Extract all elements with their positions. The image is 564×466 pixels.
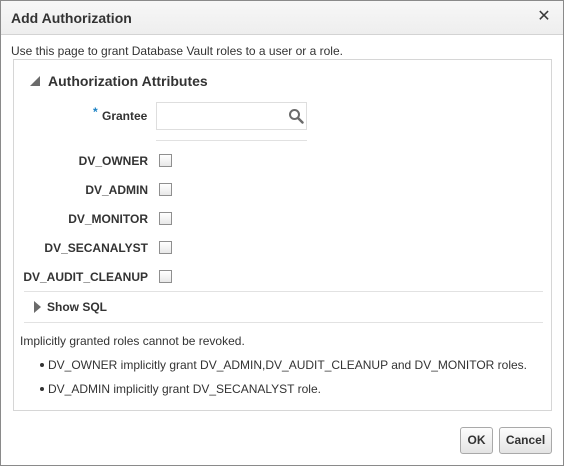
bullet-icon [40,387,44,391]
role-row-dv-owner: DV_OWNER [14,152,194,170]
role-label: DV_OWNER [78,154,148,168]
dv-owner-checkbox[interactable] [159,154,172,167]
dialog-titlebar: Add Authorization ✕ [1,1,563,35]
add-authorization-dialog: Add Authorization ✕ Use this page to gra… [0,0,564,466]
bullet-text: DV_OWNER implicitly grant DV_ADMIN,DV_AU… [48,358,528,372]
grantee-input[interactable] [156,102,307,130]
divider [24,291,543,292]
close-icon[interactable]: ✕ [536,9,552,25]
cancel-button[interactable]: Cancel [499,427,552,454]
dv-audit-cleanup-checkbox[interactable] [159,270,172,283]
role-label: DV_MONITOR [68,212,148,226]
list-item: DV_ADMIN implicitly grant DV_SECANALYST … [40,382,321,396]
divider [24,322,543,323]
show-sql-label: Show SQL [47,300,107,314]
dv-secanalyst-checkbox[interactable] [159,241,172,254]
role-row-dv-monitor: DV_MONITOR [14,210,194,228]
role-row-dv-audit-cleanup: DV_AUDIT_CLEANUP [14,268,194,286]
required-indicator: * [93,105,98,119]
authorization-panel: Authorization Attributes * Grantee DV_OW… [13,59,552,411]
triangle-collapsed-icon[interactable] [34,301,41,313]
role-label: DV_ADMIN [85,183,148,197]
dialog-title: Add Authorization [11,10,132,26]
bullet-icon [40,363,44,367]
grantee-field-underline [156,140,307,141]
role-label: DV_AUDIT_CLEANUP [23,270,148,284]
grantee-label: Grantee [102,109,148,123]
triangle-expanded-icon[interactable] [30,76,40,86]
implicit-roles-note: Implicitly granted roles cannot be revok… [20,334,245,348]
list-item: DV_OWNER implicitly grant DV_ADMIN,DV_AU… [40,358,528,372]
role-row-dv-admin: DV_ADMIN [14,181,194,199]
search-icon[interactable] [288,108,304,124]
dv-admin-checkbox[interactable] [159,183,172,196]
section-title: Authorization Attributes [48,73,208,89]
role-row-dv-secanalyst: DV_SECANALYST [14,239,194,257]
dv-monitor-checkbox[interactable] [159,212,172,225]
dialog-description: Use this page to grant Database Vault ro… [11,44,343,58]
role-label: DV_SECANALYST [44,241,148,255]
bullet-text: DV_ADMIN implicitly grant DV_SECANALYST … [48,382,321,396]
grantee-row: * Grantee [14,102,314,132]
ok-button[interactable]: OK [460,427,493,454]
